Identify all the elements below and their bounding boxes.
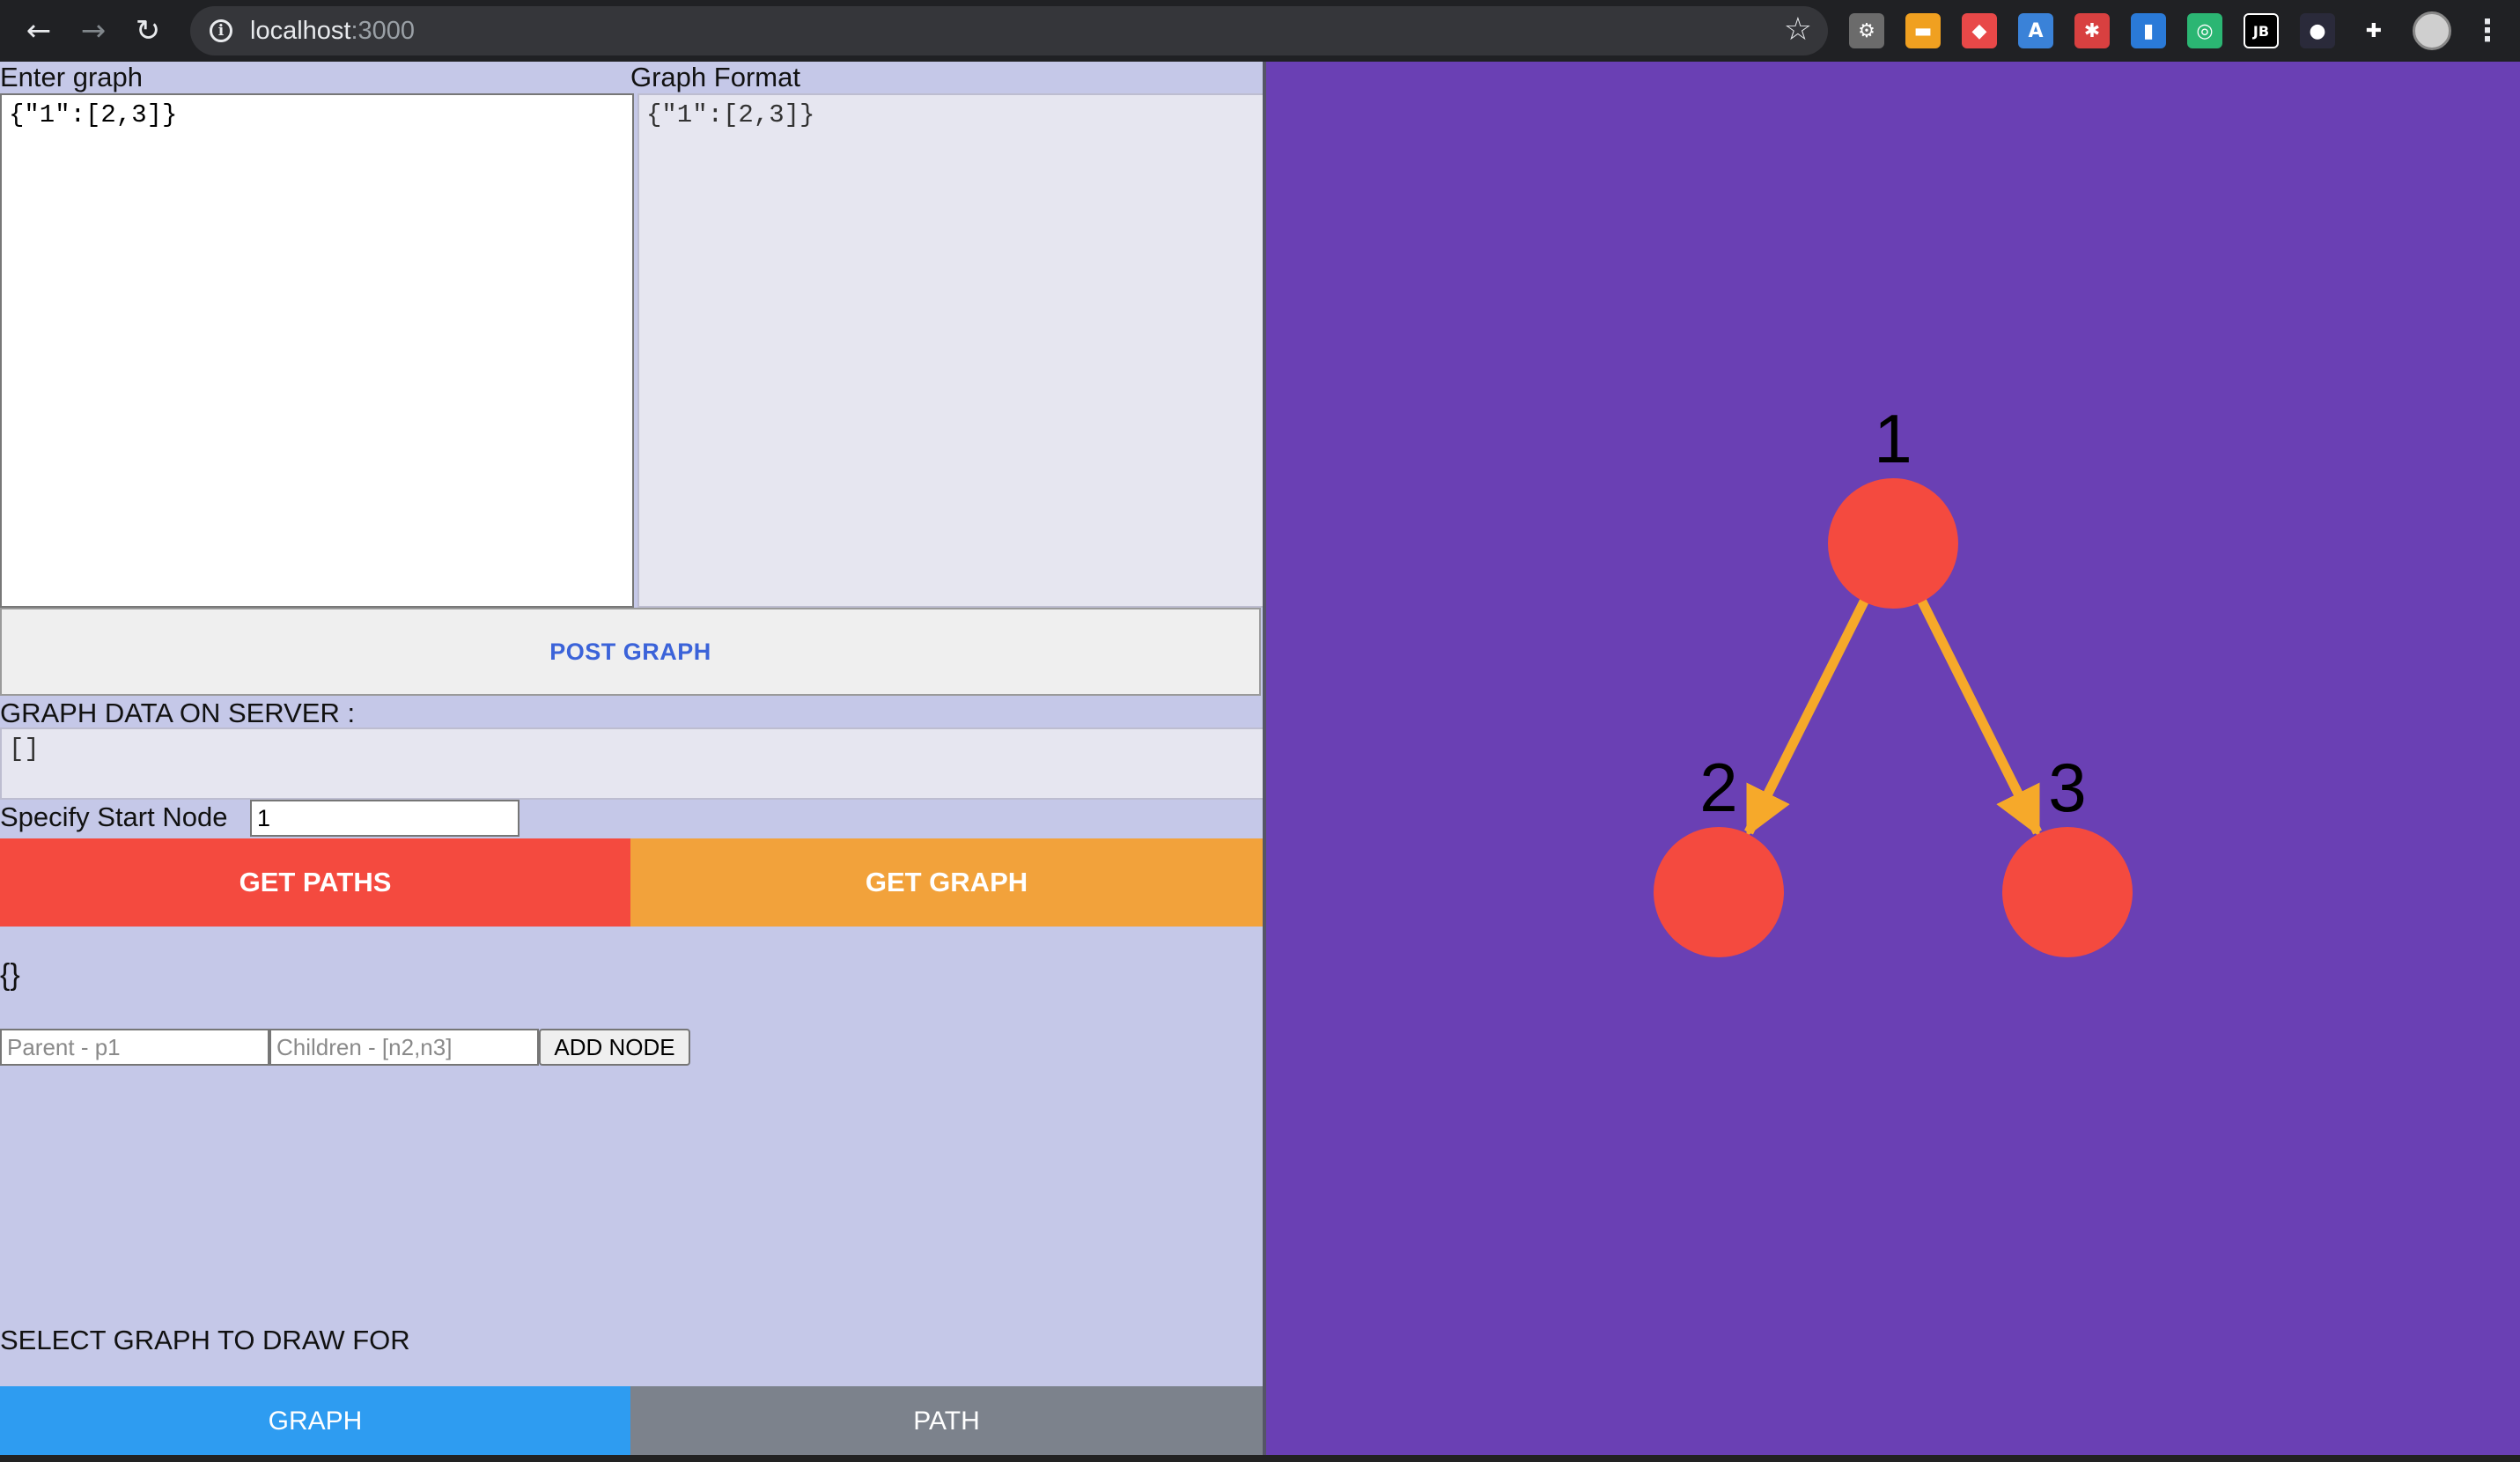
address-bar[interactable]: i localhost:3000 ☆ [190,6,1828,55]
dark-ext-icon[interactable]: ● [2300,13,2335,48]
edge-1-2 [1744,597,1869,837]
back-icon[interactable]: ← [14,6,63,55]
get-graph-button[interactable]: GET GRAPH [630,838,1263,927]
graph-node-2[interactable] [1654,827,1784,957]
post-graph-button[interactable]: POST GRAPH [0,608,1261,696]
edge-1-3 [1917,597,2042,837]
draw-path-button[interactable]: PATH [630,1386,1263,1457]
server-data-label: GRAPH DATA ON SERVER : [0,698,356,728]
trello-ext-icon[interactable]: ▮ [2131,13,2166,48]
bug-ext-icon[interactable]: ✱ [2074,13,2110,48]
site-info-icon[interactable]: i [210,19,232,42]
extensions-bar: ⚙ ▬ ◆ A ✱ ▮ ◎ JB ● ✚ ⋮ [1849,11,2502,51]
orange-ext-icon[interactable]: ▬ [1905,13,1941,48]
jetbrains-ext-icon[interactable]: JB [2244,13,2279,48]
add-node-button[interactable]: ADD NODE [539,1029,690,1066]
browser-menu-icon[interactable]: ⋮ [2472,13,2502,48]
bottom-edge [0,1455,2520,1462]
graph-node-1[interactable] [1828,478,1958,609]
puzzle-ext-icon[interactable]: ✚ [2356,13,2391,48]
graph-input-textarea[interactable] [0,93,634,608]
bookmark-star-icon[interactable]: ☆ [1784,11,1812,48]
reload-icon[interactable]: ↻ [123,6,173,55]
url-text[interactable]: localhost:3000 [250,17,415,46]
server-data-textarea[interactable] [0,727,1264,800]
profile-avatar[interactable] [2413,11,2451,50]
node-label-2: 2 [1699,749,1737,826]
shield-ext-icon[interactable]: ◆ [1962,13,1997,48]
draw-graph-button[interactable]: GRAPH [0,1386,630,1457]
children-input[interactable] [269,1029,539,1066]
graph-format-textarea[interactable] [637,93,1264,608]
start-node-input[interactable] [250,800,519,837]
control-panel: Enter graph Graph Format POST GRAPH GRAP… [0,62,1264,1457]
node-label-3: 3 [2048,749,2086,826]
select-graph-label: SELECT GRAPH TO DRAW FOR [0,1325,410,1355]
graph-format-label: Graph Format [630,62,800,92]
graph-node-3[interactable] [2002,827,2133,957]
gear-ext-icon[interactable]: ⚙ [1849,13,1884,48]
get-paths-button[interactable]: GET PATHS [0,838,630,927]
browser-toolbar: ← → ↻ i localhost:3000 ☆ ⚙ ▬ ◆ A ✱ ▮ ◎ JB ● ✚ ⋮ [0,0,2520,62]
nodes-layer: 1 2 3 [1654,400,2133,957]
target-ext-icon[interactable]: ◎ [2187,13,2222,48]
forward-icon[interactable]: → [69,6,118,55]
graph-canvas: 1 2 3 [1654,400,2133,957]
edges-layer [1744,597,2042,837]
start-node-label: Specify Start Node [0,801,228,832]
enter-graph-label: Enter graph [0,62,143,92]
parent-input[interactable] [0,1029,269,1066]
result-output: {} [0,958,20,992]
node-label-1: 1 [1874,400,1912,477]
translate-ext-icon[interactable]: A [2018,13,2053,48]
